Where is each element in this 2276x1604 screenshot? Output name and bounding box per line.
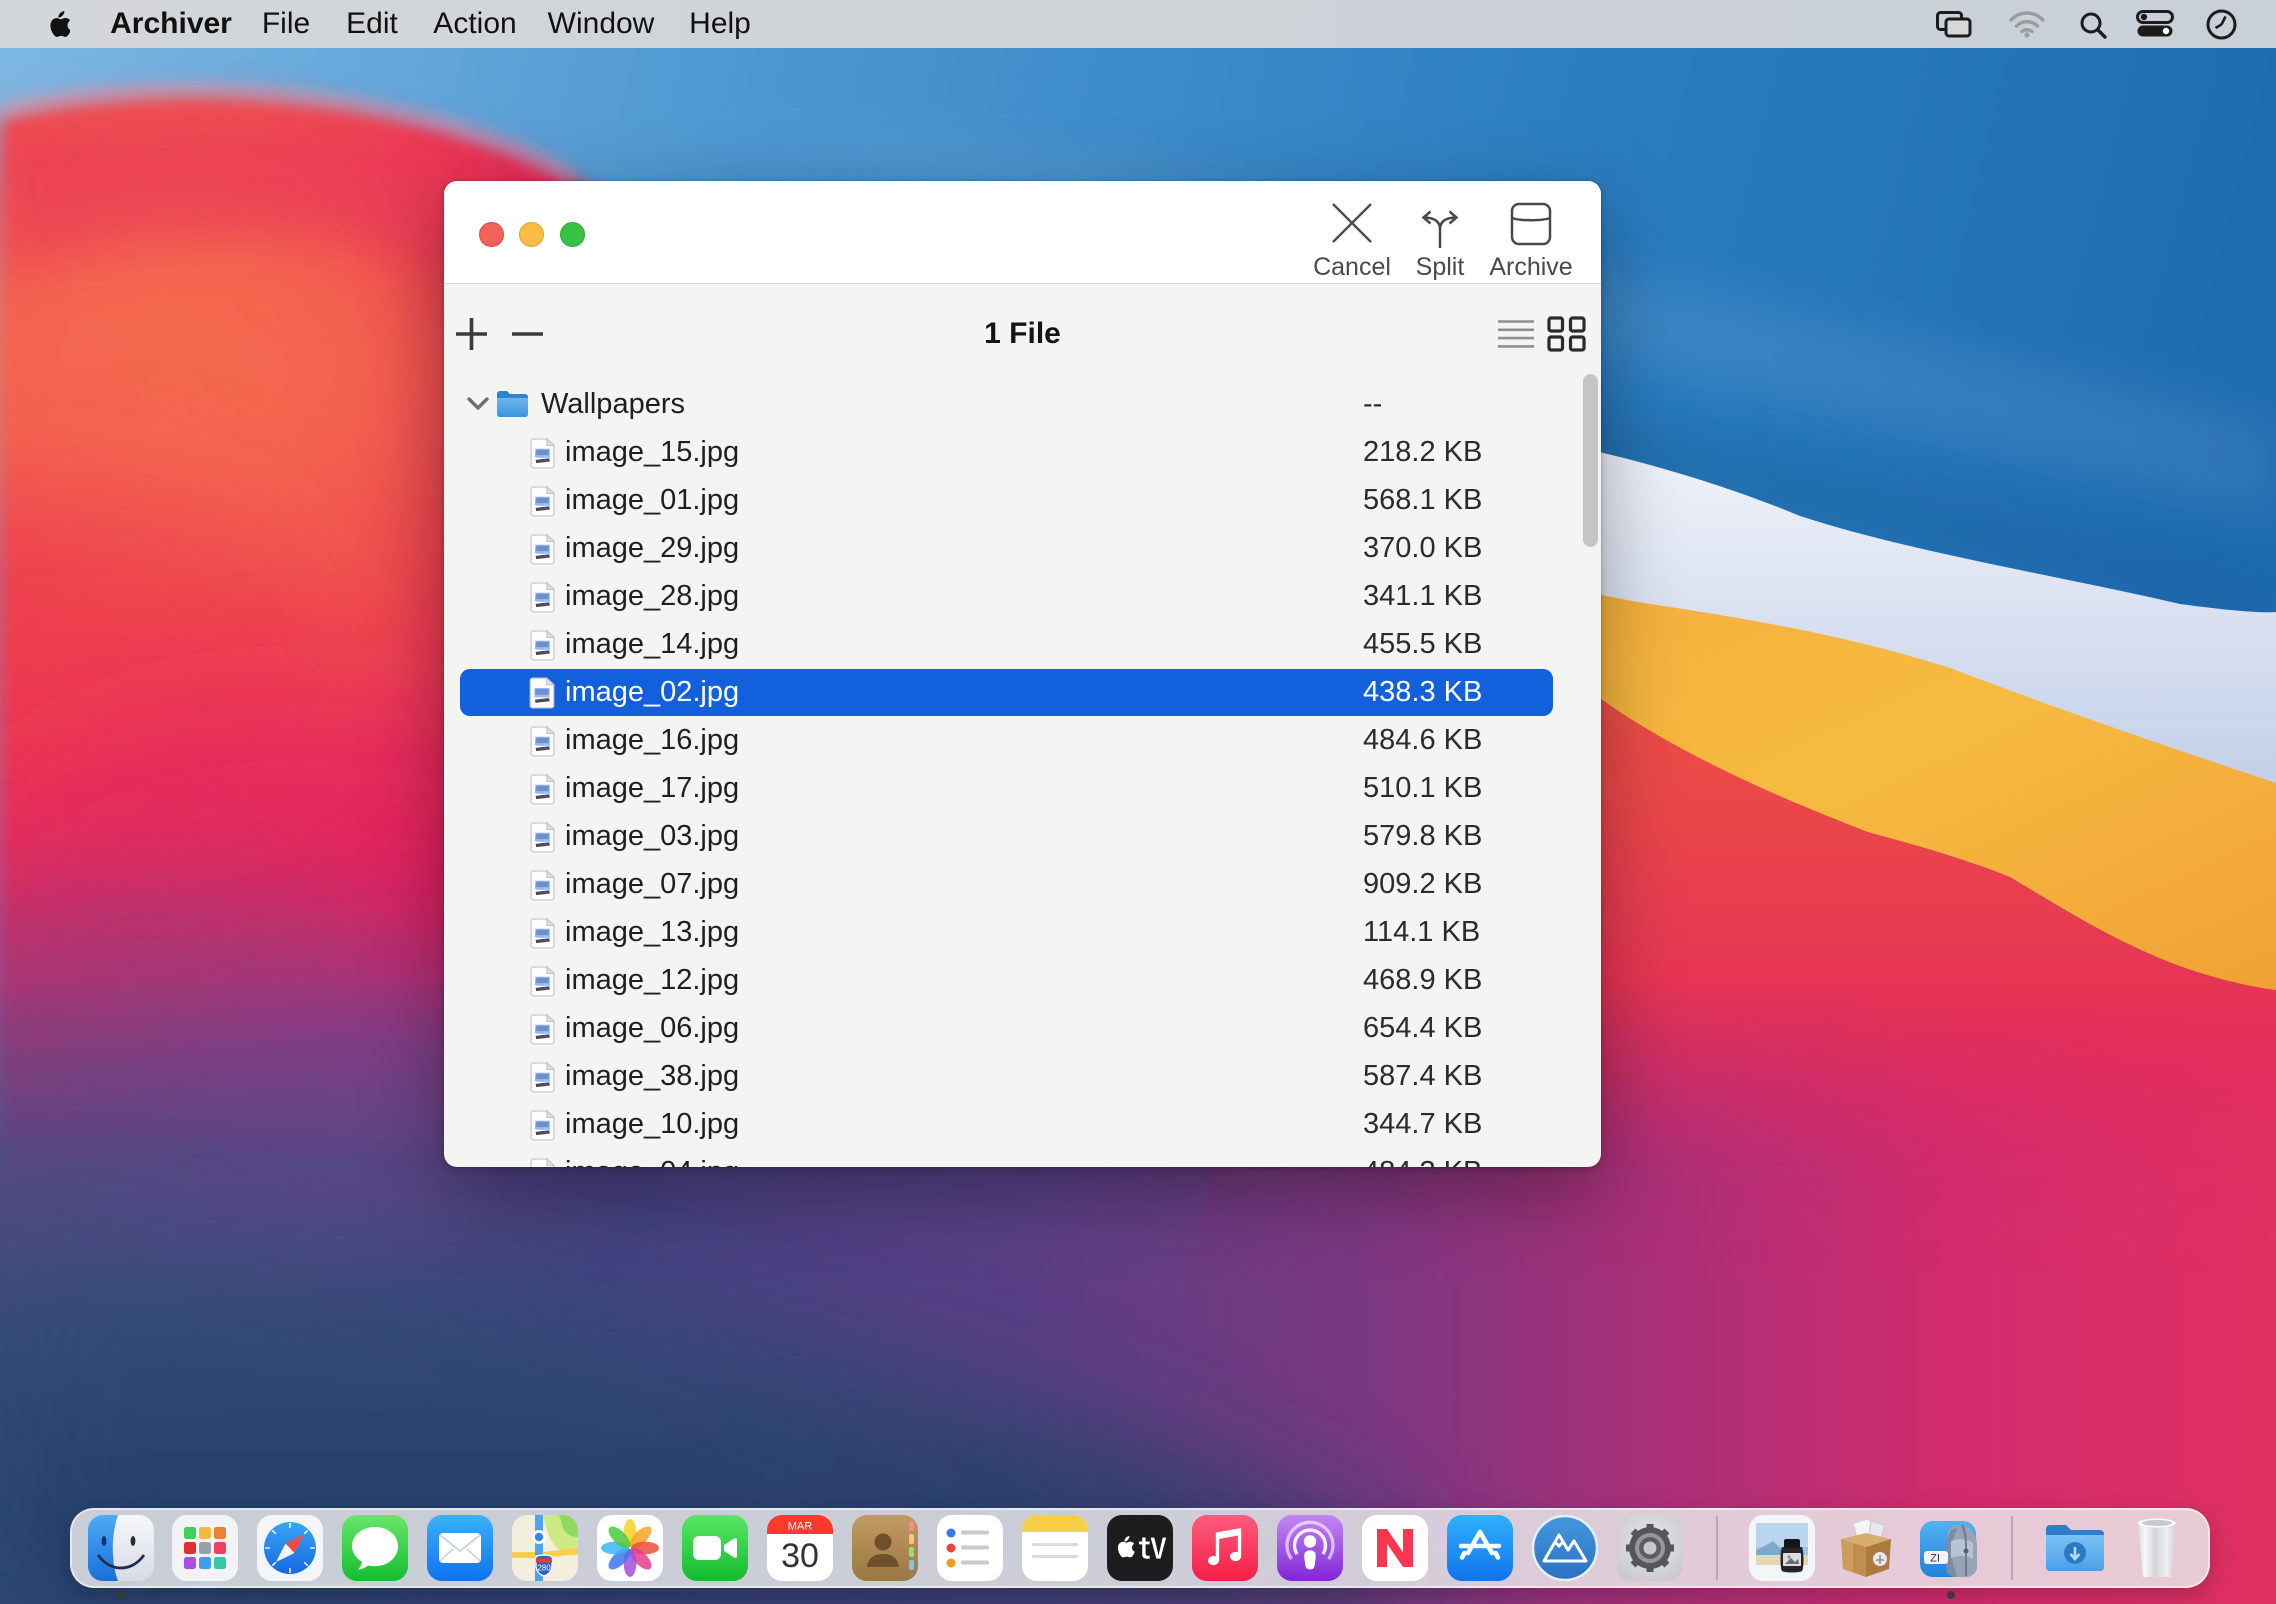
svg-text:30: 30: [781, 1537, 819, 1575]
svg-text:280: 280: [537, 1564, 551, 1573]
svg-text:MAR: MAR: [788, 1521, 813, 1533]
svg-text:ZI: ZI: [1930, 1553, 1940, 1565]
